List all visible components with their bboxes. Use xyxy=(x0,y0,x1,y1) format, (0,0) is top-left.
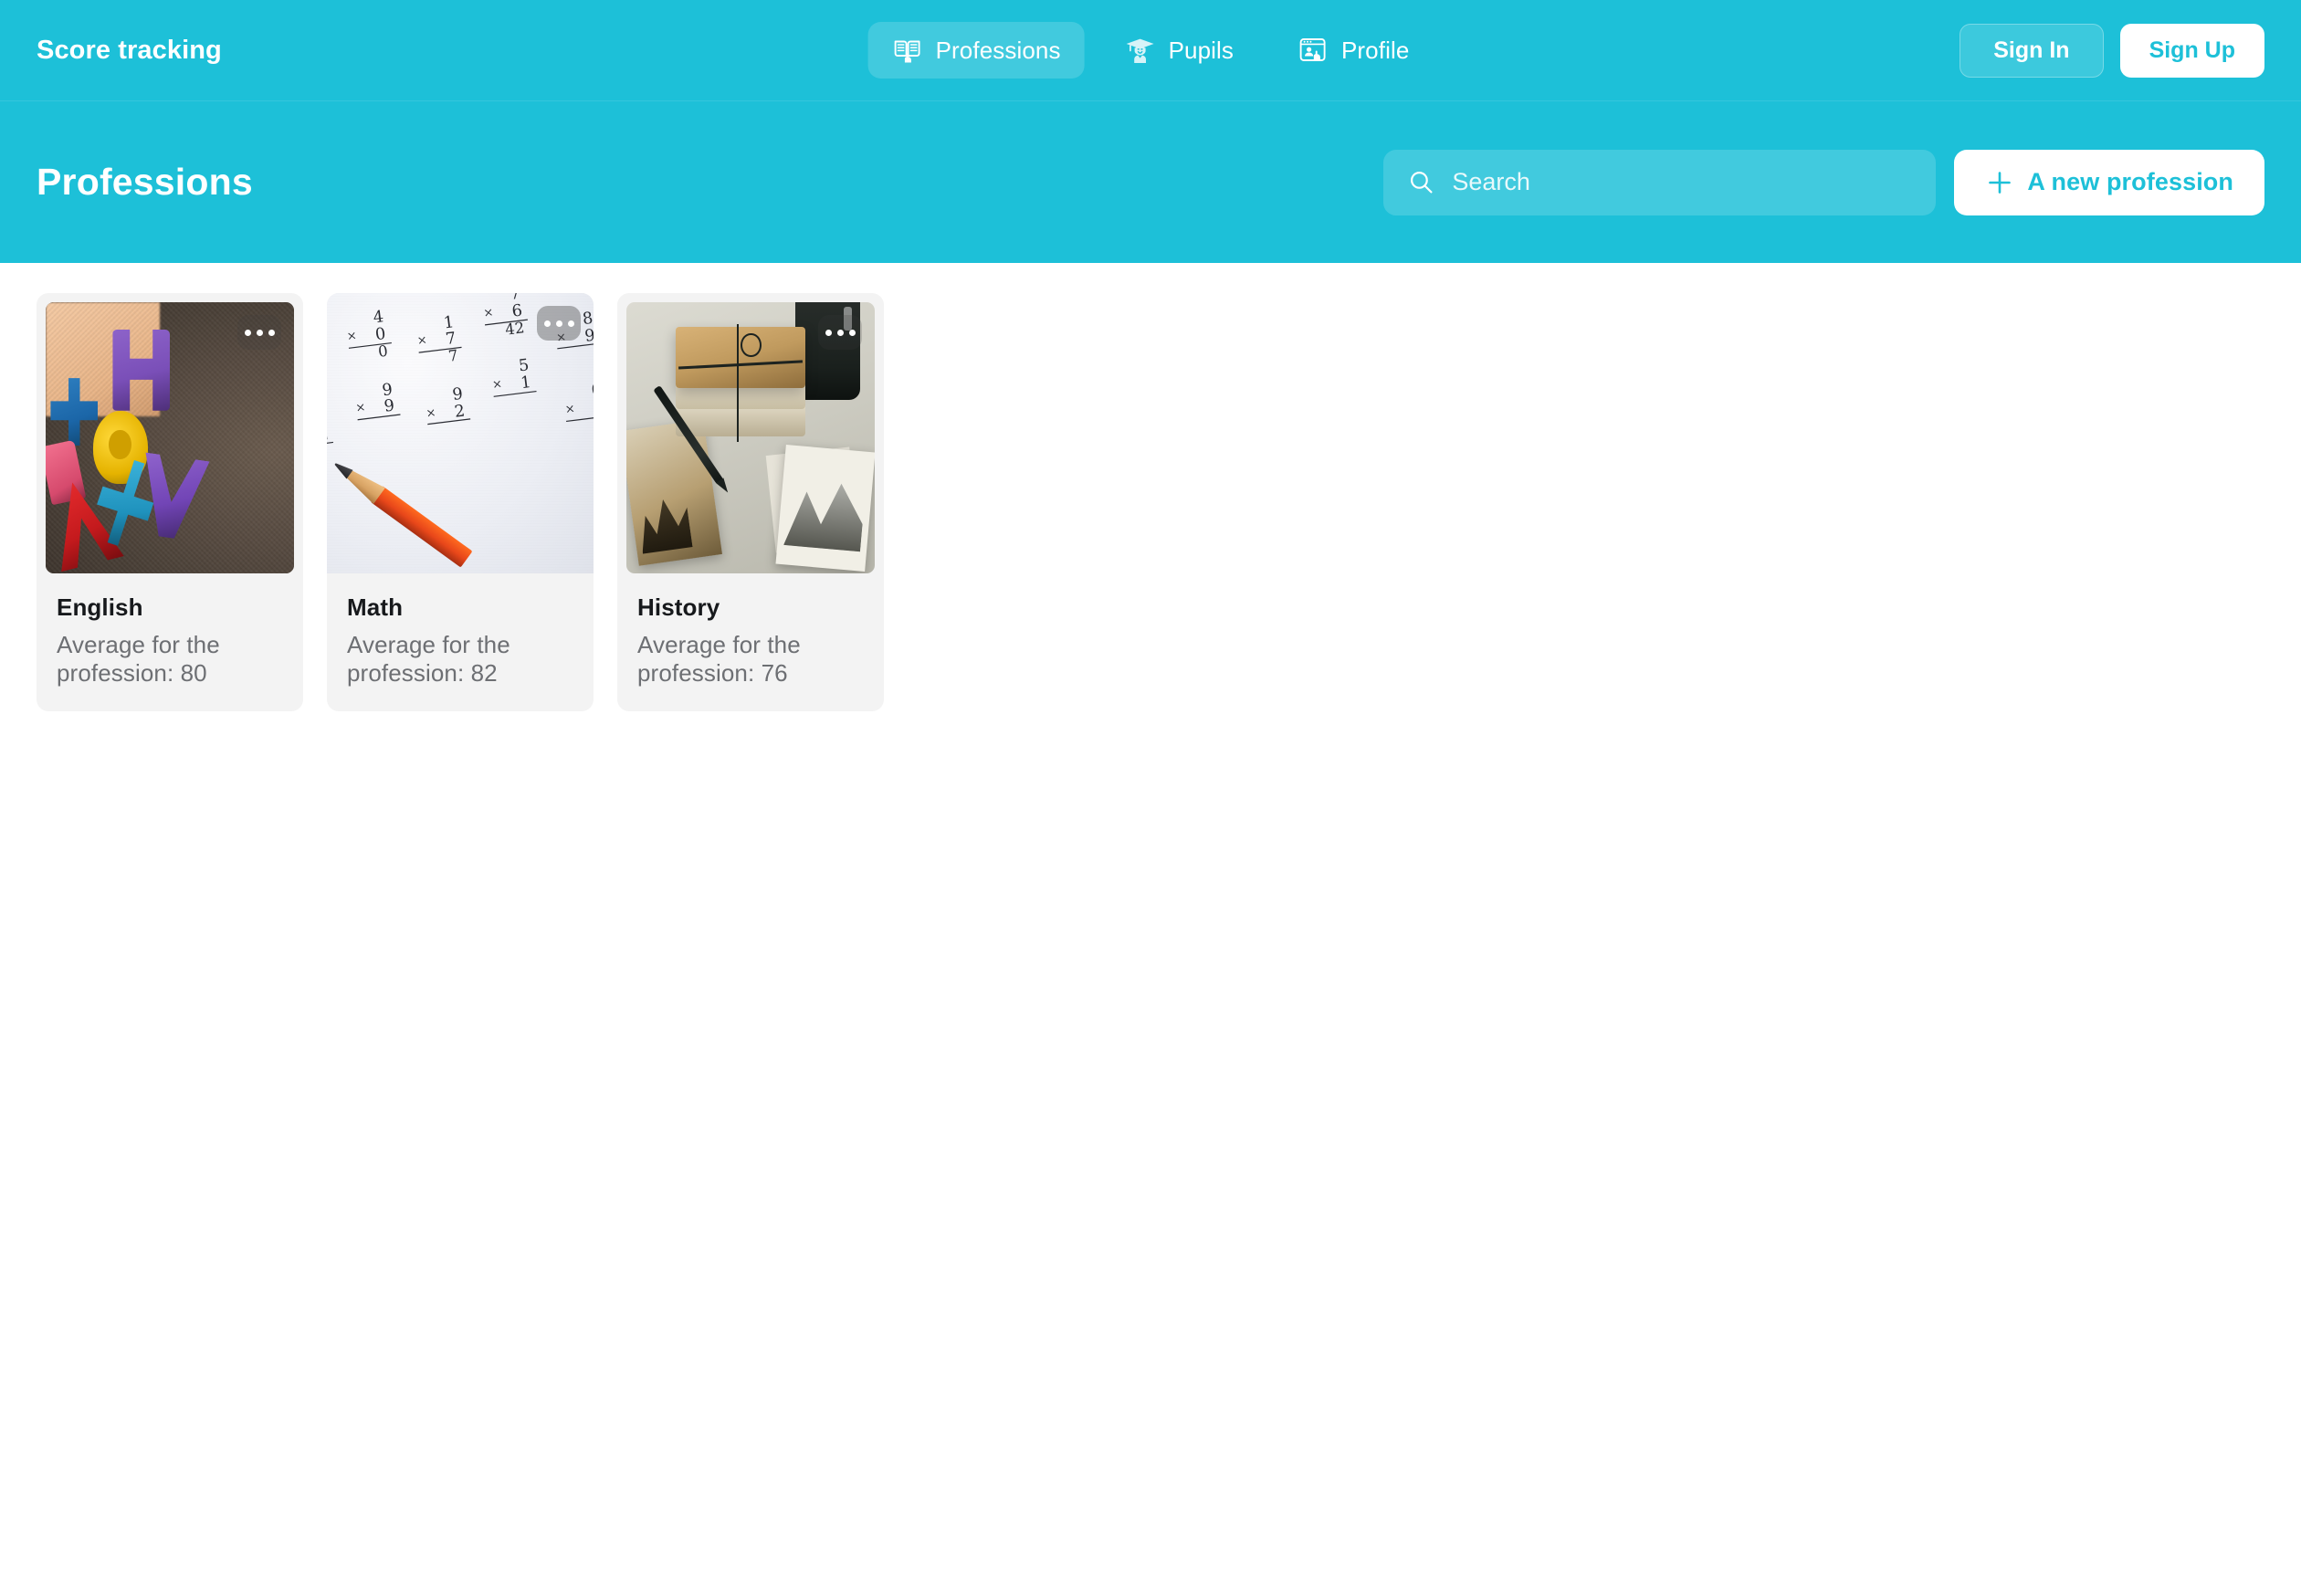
card-title: History xyxy=(637,593,720,621)
card-thumbnail xyxy=(46,302,294,573)
subheader-actions: A new profession xyxy=(1383,149,2264,215)
sign-up-button[interactable]: Sign Up xyxy=(2119,23,2264,78)
app-brand-title: Score tracking xyxy=(37,35,222,65)
new-profession-label: A new profession xyxy=(2027,168,2233,195)
card-body: Math Average for the profession: 82 xyxy=(327,573,594,688)
search-field[interactable] xyxy=(1383,149,1937,215)
nav-item-label: Pupils xyxy=(1168,36,1234,64)
card-average-text: Average for the profession: 80 xyxy=(57,631,220,687)
page-subheader: Professions A new profession xyxy=(0,100,2301,263)
card-body: History Average for the profession: 76 xyxy=(617,573,884,688)
card-title: Math xyxy=(347,593,404,621)
nav-item-label: Profile xyxy=(1340,36,1410,64)
card-average-text: Average for the profession: 82 xyxy=(347,631,510,687)
nav-item-pupils[interactable]: Pupils xyxy=(1101,22,1257,79)
profession-card-english[interactable]: English Average for the profession: 80 xyxy=(37,293,303,711)
graduate-icon xyxy=(1125,35,1156,66)
top-navigation-bar: Score tracking Professions Pupils Profil… xyxy=(0,0,2301,100)
nav-item-professions[interactable]: Professions xyxy=(867,22,1085,79)
profile-card-icon xyxy=(1298,35,1329,66)
card-average-text: Average for the profession: 76 xyxy=(637,631,801,687)
card-menu-button[interactable] xyxy=(537,306,581,341)
auth-actions: Sign In Sign Up xyxy=(1960,23,2264,78)
profession-card-math[interactable]: 6318 55 32 4936 400 99 3412 177 9 xyxy=(327,293,594,711)
nav-item-profile[interactable]: Profile xyxy=(1274,22,1433,79)
card-menu-button[interactable] xyxy=(818,315,862,350)
new-profession-button[interactable]: A new profession xyxy=(1954,149,2264,215)
page-title: Professions xyxy=(37,161,253,203)
more-horizontal-icon xyxy=(244,329,251,336)
profession-card-history[interactable]: History Average for the profession: 76 xyxy=(617,293,884,711)
sign-in-button[interactable]: Sign In xyxy=(1960,23,2104,78)
nav-item-label: Professions xyxy=(935,36,1061,64)
main-content: English Average for the profession: 80 6… xyxy=(0,263,2301,1596)
card-thumbnail xyxy=(626,302,875,573)
card-body: English Average for the profession: 80 xyxy=(37,573,303,688)
more-horizontal-icon xyxy=(825,329,832,336)
book-open-icon xyxy=(892,35,923,66)
main-navigation: Professions Pupils Profile xyxy=(867,22,1434,79)
more-horizontal-icon xyxy=(543,320,551,327)
search-input[interactable] xyxy=(1452,168,1913,196)
card-menu-button[interactable] xyxy=(237,315,281,350)
card-title: English xyxy=(57,593,143,621)
search-icon xyxy=(1407,168,1435,196)
professions-grid: English Average for the profession: 80 6… xyxy=(37,293,2264,711)
plus-icon xyxy=(1985,168,2014,197)
card-thumbnail: 6318 55 32 4936 400 99 3412 177 9 xyxy=(327,293,594,573)
